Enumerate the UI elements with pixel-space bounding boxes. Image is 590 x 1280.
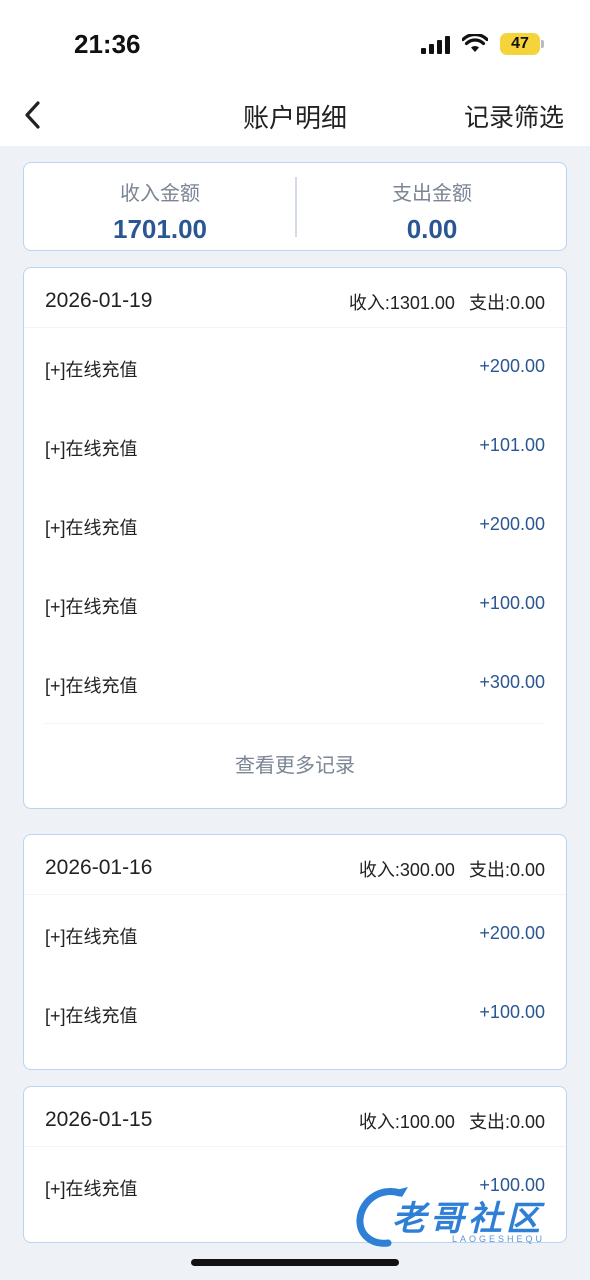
expense-value: 0.00 <box>406 214 458 244</box>
income-summary: 收入金额 1701.00 <box>24 163 296 252</box>
day-card: 2026-01-19 收入:1301.00 支出:0.00 [+]在线充值 +2… <box>23 267 567 809</box>
day-stats: 收入:1301.00 支出:0.00 <box>349 289 545 315</box>
signal-icon <box>421 34 450 54</box>
day-expense: 支出:0.00 <box>468 293 545 313</box>
record-label: [+]在线充值 <box>45 360 138 380</box>
expense-label: 支出金额 <box>392 183 472 205</box>
record-label: [+]在线充值 <box>45 676 138 696</box>
record-row[interactable]: [+]在线充值 +200.00 <box>24 328 566 407</box>
record-label: [+]在线充值 <box>45 1179 138 1199</box>
record-label: [+]在线充值 <box>45 597 138 617</box>
home-indicator <box>191 1259 399 1266</box>
day-income: 收入:100.00 <box>358 1112 455 1132</box>
day-header: 2026-01-16 收入:300.00 支出:0.00 <box>24 835 566 895</box>
status-time: 21:36 <box>74 29 141 59</box>
day-stats: 收入:300.00 支出:0.00 <box>359 856 545 882</box>
day-expense: 支出:0.00 <box>468 1112 545 1132</box>
battery-level: 47 <box>511 35 529 52</box>
record-label: [+]在线充值 <box>45 518 138 538</box>
record-row[interactable]: [+]在线充值 +200.00 <box>24 486 566 565</box>
day-card: 2026-01-16 收入:300.00 支出:0.00 [+]在线充值 +20… <box>23 834 567 1070</box>
record-label: [+]在线充值 <box>45 1006 138 1026</box>
watermark-text: 老哥社区 <box>392 1200 544 1238</box>
day-date: 2026-01-16 <box>45 856 153 879</box>
record-amount: +200.00 <box>479 923 545 943</box>
status-bar: 21:36 47 <box>0 0 590 88</box>
record-label: [+]在线充值 <box>45 439 138 459</box>
record-row[interactable]: [+]在线充值 +300.00 <box>24 644 566 723</box>
record-row[interactable]: [+]在线充值 +101.00 <box>24 407 566 486</box>
record-amount: +100.00 <box>479 593 545 613</box>
record-row[interactable]: [+]在线充值 +200.00 <box>24 895 566 974</box>
income-value: 1701.00 <box>113 214 207 244</box>
day-income: 收入:300.00 <box>358 860 455 880</box>
watermark: 老哥社区 LAOGESHEQU <box>352 1183 577 1253</box>
record-label: [+]在线充值 <box>45 927 138 947</box>
record-amount: +101.00 <box>479 435 545 455</box>
watermark-subtext: LAOGESHEQU <box>452 1234 546 1244</box>
record-amount: +100.00 <box>479 1002 545 1022</box>
nav-bar: 账户明细 记录筛选 <box>0 88 590 146</box>
card-bottom-padding <box>24 1053 566 1069</box>
income-label: 收入金额 <box>120 183 200 205</box>
expense-summary: 支出金额 0.00 <box>296 163 568 252</box>
battery-icon: 47 <box>500 33 544 55</box>
summary-card: 收入金额 1701.00 支出金额 0.00 <box>23 162 567 251</box>
wifi-icon <box>462 34 488 52</box>
record-amount: +300.00 <box>479 672 545 692</box>
record-filter-button[interactable]: 记录筛选 <box>464 98 564 134</box>
day-expense: 支出:0.00 <box>468 860 545 880</box>
day-header: 2026-01-19 收入:1301.00 支出:0.00 <box>24 268 566 328</box>
day-stats: 收入:100.00 支出:0.00 <box>359 1108 545 1134</box>
record-row[interactable]: [+]在线充值 +100.00 <box>24 565 566 644</box>
day-date: 2026-01-19 <box>45 289 153 312</box>
view-more-button[interactable]: 查看更多记录 <box>24 724 566 808</box>
day-income: 收入:1301.00 <box>348 293 455 313</box>
day-header: 2026-01-15 收入:100.00 支出:0.00 <box>24 1087 566 1147</box>
status-icons: 47 <box>421 32 544 56</box>
record-amount: +200.00 <box>479 514 545 534</box>
record-amount: +200.00 <box>479 356 545 376</box>
day-date: 2026-01-15 <box>45 1108 153 1131</box>
record-row[interactable]: [+]在线充值 +100.00 <box>24 974 566 1053</box>
